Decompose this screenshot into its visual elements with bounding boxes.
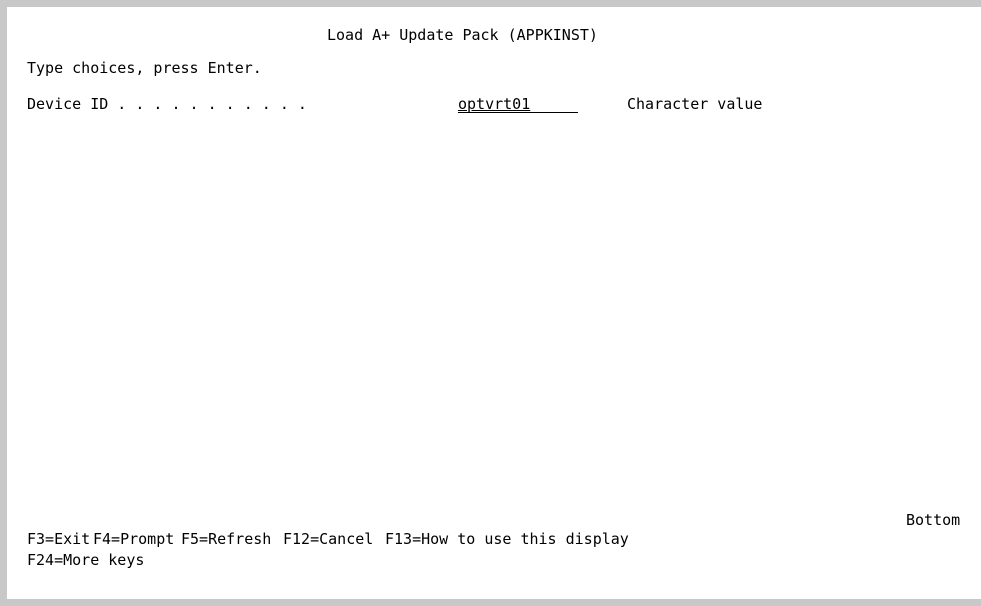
f3-exit-key[interactable]: F3=Exit <box>27 530 90 548</box>
f24-more-keys[interactable]: F24=More keys <box>27 551 144 569</box>
screen-title: Load A+ Update Pack (APPKINST) <box>327 26 598 44</box>
instruction-text: Type choices, press Enter. <box>27 59 262 77</box>
device-id-hint: Character value <box>627 95 763 113</box>
f13-help-key[interactable]: F13=How to use this display <box>385 530 629 548</box>
position-indicator: Bottom <box>906 511 961 529</box>
device-id-label: Device ID . . . . . . . . . . . <box>27 95 307 113</box>
device-id-input[interactable] <box>458 95 578 113</box>
f5-refresh-key[interactable]: F5=Refresh <box>181 530 271 548</box>
f4-prompt-key[interactable]: F4=Prompt <box>93 530 174 548</box>
terminal-screen: Load A+ Update Pack (APPKINST) Type choi… <box>0 0 981 606</box>
f12-cancel-key[interactable]: F12=Cancel <box>283 530 373 548</box>
